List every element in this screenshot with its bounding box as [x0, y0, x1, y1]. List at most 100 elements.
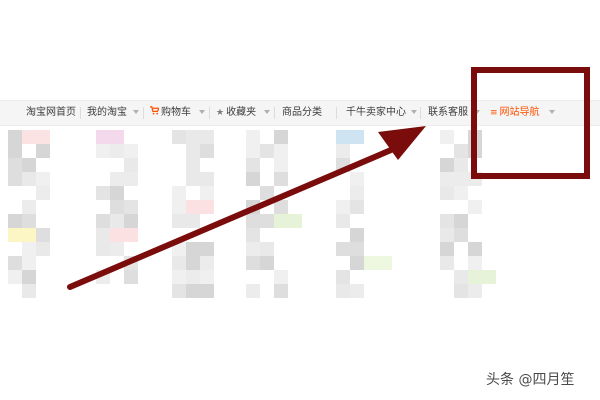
nav-separator — [420, 107, 421, 119]
blur-block — [124, 256, 138, 270]
blur-block — [274, 130, 288, 144]
blur-block — [336, 158, 350, 172]
blur-block — [172, 284, 186, 298]
blur-block — [200, 284, 214, 298]
nav-item-label: 网站导航 — [499, 107, 540, 118]
blur-block — [8, 256, 22, 270]
blur-block — [246, 214, 260, 228]
blur-block — [336, 214, 350, 228]
nav-item-cart[interactable]: 购物车 — [150, 101, 191, 125]
nav-item-seller-center[interactable]: 千牛卖家中心 — [346, 101, 406, 125]
nav-item-label: 联系客服 — [428, 107, 468, 118]
blur-block — [110, 242, 124, 256]
blur-block — [172, 214, 186, 228]
blur-block — [96, 228, 110, 242]
blur-block — [172, 270, 186, 284]
blur-block — [260, 214, 274, 228]
nav-item-label: 千牛卖家中心 — [346, 107, 406, 118]
blur-block — [260, 186, 274, 200]
blur-block — [110, 214, 124, 228]
nav-separator — [209, 107, 210, 119]
blur-block — [22, 130, 50, 144]
blur-block — [200, 144, 214, 158]
menu-lines-icon: ≡ — [490, 108, 498, 118]
blur-block — [96, 186, 110, 200]
blur-block — [274, 172, 288, 186]
blur-block — [200, 270, 214, 284]
blur-block — [8, 270, 22, 284]
blur-block — [454, 186, 468, 200]
blur-block — [22, 158, 36, 172]
nav-item-customer-service[interactable]: 联系客服 — [428, 101, 468, 125]
blur-block — [186, 200, 214, 214]
nav-item-my-taobao[interactable]: 我的淘宝 — [87, 101, 127, 125]
blur-block — [246, 158, 260, 172]
chevron-down-icon — [549, 110, 555, 114]
blur-block — [274, 144, 288, 158]
blur-block — [468, 172, 482, 186]
blur-block — [172, 186, 186, 200]
blur-block — [440, 158, 454, 172]
blur-block — [110, 172, 124, 186]
blur-block — [36, 186, 50, 200]
blur-block — [22, 172, 36, 186]
blur-block — [246, 228, 260, 242]
nav-item-categories[interactable]: 商品分类 — [282, 101, 322, 125]
blur-block — [336, 284, 350, 298]
blur-block — [350, 172, 364, 186]
blur-block — [124, 270, 138, 284]
blur-block — [454, 284, 468, 298]
blur-block — [96, 214, 110, 228]
blur-block — [22, 200, 36, 214]
blur-block — [246, 284, 260, 298]
blur-block — [440, 256, 454, 270]
blur-block — [336, 270, 350, 284]
blur-block — [274, 284, 288, 298]
blur-block — [8, 172, 22, 186]
blur-block — [186, 256, 200, 270]
blur-block — [350, 228, 364, 242]
blur-block — [246, 144, 260, 158]
blur-block — [172, 242, 186, 256]
nav-separator — [143, 107, 144, 119]
blur-block — [172, 200, 186, 214]
blur-block — [454, 228, 468, 242]
blur-block — [110, 228, 138, 242]
blur-block — [172, 130, 186, 144]
blur-block — [440, 242, 454, 256]
blur-block — [260, 144, 274, 158]
blur-block — [260, 256, 274, 270]
blur-block — [350, 284, 364, 298]
nav-item-favorites[interactable]: ★ 收藏夹 — [216, 101, 256, 125]
blur-block — [186, 158, 200, 172]
blur-block — [246, 256, 260, 270]
blur-block — [468, 144, 482, 158]
blur-block — [200, 130, 214, 144]
blur-block — [274, 200, 288, 214]
nav-item-taobao-home[interactable]: 淘宝网首页 — [26, 101, 76, 125]
blur-block — [336, 144, 350, 158]
blur-block — [468, 284, 482, 298]
blur-block — [468, 242, 482, 256]
blur-block — [96, 130, 124, 144]
blur-block — [186, 242, 200, 256]
blur-block — [200, 242, 214, 256]
blur-block — [440, 172, 454, 186]
blur-block — [124, 200, 138, 214]
blur-block — [36, 172, 50, 186]
blur-block — [124, 172, 138, 186]
blur-block — [96, 242, 110, 256]
blur-block — [350, 242, 364, 256]
blur-block — [36, 144, 50, 158]
chevron-down-icon — [199, 110, 205, 114]
blur-block — [200, 186, 214, 200]
blur-block — [454, 158, 468, 172]
nav-item-label: 淘宝网首页 — [26, 107, 76, 118]
blur-block — [454, 270, 468, 284]
blur-block — [468, 256, 482, 270]
blur-block — [468, 200, 482, 214]
blur-block — [246, 200, 260, 214]
nav-item-site-navigation[interactable]: ≡ 网站导航 — [490, 101, 540, 125]
star-icon: ★ — [216, 108, 225, 118]
blur-block — [22, 242, 36, 256]
